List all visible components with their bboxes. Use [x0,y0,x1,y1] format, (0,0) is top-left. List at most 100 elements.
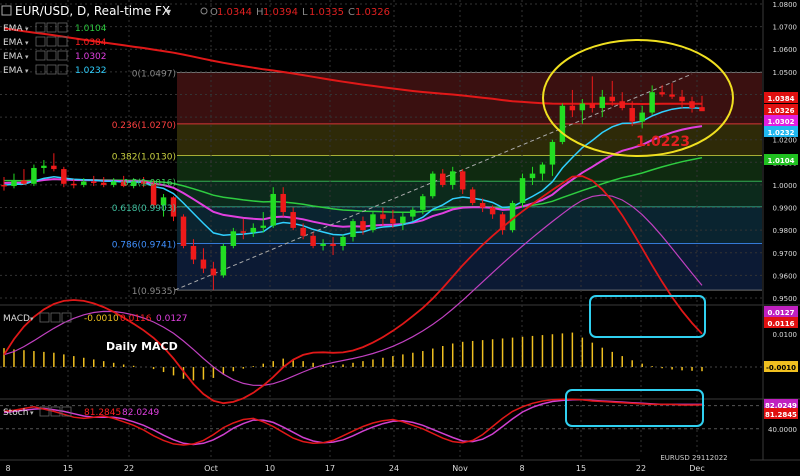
candle-body [619,101,625,109]
candle-body [579,103,586,111]
price-tag-label: 1.0232 [767,129,794,137]
candle-body [669,94,675,97]
dropdown-icon[interactable]: ▾ [25,39,29,47]
fib-zone [177,72,762,124]
candle-body [629,108,635,122]
candle-body [539,164,546,174]
candle-body [190,245,197,260]
candle-body [340,236,346,246]
price-axis-label: 0.9500 [773,295,798,303]
fib-label: 0.236(1.0270) [112,121,176,131]
ohlc-key: C [348,7,355,18]
stoch-highlight-box [565,389,704,427]
candle-body [559,105,566,142]
price-axis-label: 1.0200 [773,137,798,145]
candle-body [320,243,326,246]
ohlc-value: 1.0335 [309,7,344,18]
ema-label: EMA [3,66,23,76]
time-axis-label: Nov [452,464,468,473]
candle-body [659,92,665,95]
candle-body [699,107,705,112]
candle-body [11,180,17,187]
candle-body [400,216,406,224]
candle-body [41,165,47,168]
watermark: EURUSD 29112022 [660,454,727,462]
dropdown-icon[interactable]: ▾ [30,409,34,417]
macd-tag-label: 0.0127 [767,309,794,317]
stoch-axis-label: 40.0000 [768,426,797,434]
candle-body [81,181,87,185]
ohlc-readout: O 1.0344 H 1.0394 L 1.0335 C 1.0326 [200,7,390,18]
candle-body [110,181,117,185]
candle-body [31,167,37,184]
dropdown-icon[interactable]: ▾ [25,67,29,75]
candle-body [91,181,97,184]
fib-zone [177,181,762,207]
candle-body [440,173,446,185]
candle-body [609,96,615,102]
candle-body [489,207,496,215]
candle-body [459,171,466,190]
time-axis-label: 15 [63,464,73,473]
candle-body [529,173,536,179]
dropdown-icon[interactable]: ▾ [25,25,29,33]
symbol-label[interactable]: EUR/USD, D, Real-time FX [15,4,170,18]
symbol-header[interactable]: EUR/USD, D, Real-time FX ▾ [1,4,171,18]
candle-body [220,245,227,276]
candle-body [449,171,456,185]
candle-body [300,227,306,236]
candle-body [390,218,396,224]
candle-body [1,184,7,187]
eye-icon[interactable] [39,312,50,323]
ohlc-value: 1.0326 [355,7,390,18]
price-axis-label: 1.0800 [773,1,798,9]
price-axis-label: 1.0500 [773,69,798,77]
fib-label: 0.618(0.9903) [112,204,176,214]
candle-body [420,196,426,210]
candle-body [649,92,655,113]
price-axis-label: 1.0600 [773,46,798,54]
ema-label: EMA [3,38,23,48]
candle-body [270,193,276,226]
time-axis-label: 10 [265,464,275,473]
candle-body [549,141,556,165]
time-axis-label: Dec [689,464,704,473]
macd-value: 0.0116 [120,314,152,324]
time-axis-label: Oct [204,464,218,473]
stoch-tag-label: 81.2845 [765,411,797,419]
candle-body [280,193,286,213]
candle-body [569,105,576,111]
fib-label: 1(0.9535) [132,287,176,297]
candle-body [200,259,207,269]
annotation-value: 1.0223 [636,134,690,150]
ohlc-key: L [302,7,308,18]
candle-body [230,231,237,246]
price-tag-label: 1.0384 [767,95,794,103]
settings-icon[interactable] [50,312,61,323]
time-axis-label: 24 [389,464,399,473]
macd-tag-label: 0.0116 [767,320,794,328]
stoch-legend: Stoch ▾ 81.2845 82.0249 [3,406,159,418]
ema-value: 1.0104 [75,24,107,34]
macd-title: Daily MACD [106,340,178,353]
stoch-pane: 80.000040.000082.024981.2845 [0,398,798,446]
candle-body [599,96,606,109]
candle-body [100,182,107,185]
price-axis-label: 0.9800 [773,227,798,235]
fib-label: 0(1.0497) [132,70,176,80]
ohlc-value: 1.0394 [263,7,298,18]
candle-body [350,221,356,237]
price-axis-label: 1.0000 [773,182,798,190]
candle-body [61,169,67,184]
price-axis-label: 1.0700 [773,24,798,32]
dropdown-icon[interactable]: ▾ [25,53,29,61]
ema-value: 1.0232 [75,66,107,76]
symbol-dropdown-icon[interactable]: ▾ [166,7,171,18]
price-axis-label: 0.9600 [773,272,798,280]
dropdown-icon[interactable]: ▾ [30,315,34,323]
candle-body [639,112,645,122]
stoch-value: 82.0249 [122,408,159,418]
macd-tag-label: -0.0010 [766,364,796,372]
price-axis: 1.08001.07001.06001.05001.04001.03001.02… [773,1,798,303]
price-tag-label: 1.0302 [767,118,794,126]
